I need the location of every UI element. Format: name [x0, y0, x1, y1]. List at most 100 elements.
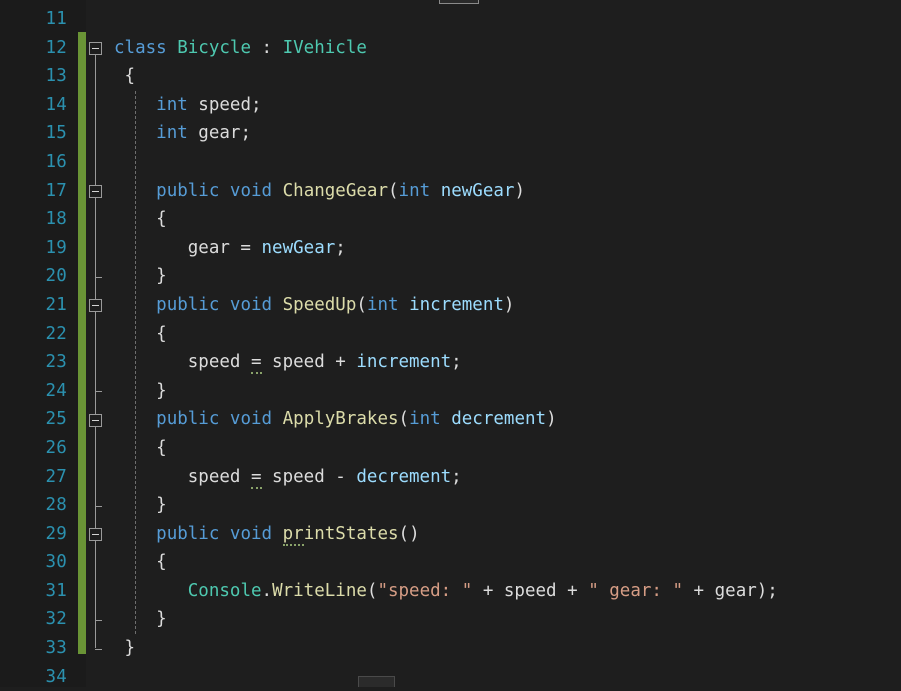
change-indicator-bar: [78, 0, 86, 687]
code-line[interactable]: int gear;: [108, 119, 901, 148]
code-token: }: [114, 638, 136, 659]
refactor-hint-token: pr: [282, 523, 304, 546]
code-token: IVehicle: [282, 37, 367, 58]
line-number: 29: [45, 523, 67, 544]
code-token: ApplyBrakes: [282, 409, 399, 430]
code-token: " gear: ": [588, 580, 684, 601]
code-token: public: [156, 523, 220, 544]
code-token: speed;: [187, 94, 262, 115]
code-token: }: [114, 266, 167, 287]
code-token: (: [387, 180, 399, 201]
line-number: 25: [45, 409, 67, 430]
code-line[interactable]: public void ApplyBrakes(int decrement): [108, 405, 901, 434]
code-token: int: [398, 180, 431, 201]
code-token: increment: [409, 294, 504, 315]
code-token: "speed: ": [377, 580, 473, 601]
code-line[interactable]: class Bicycle : IVehicle: [108, 34, 901, 63]
code-token: .: [261, 580, 273, 601]
code-token: + speed +: [472, 580, 589, 601]
code-line[interactable]: [108, 5, 901, 34]
line-number: 16: [45, 151, 67, 172]
code-token: {: [114, 437, 167, 458]
fold-region-foot: [95, 391, 102, 393]
code-token: }: [114, 495, 167, 516]
code-token: ;: [451, 352, 462, 373]
code-token: Console: [187, 580, 262, 601]
line-number: 20: [45, 266, 67, 287]
fold-margin[interactable]: [86, 0, 108, 687]
code-token: gear =: [114, 237, 262, 258]
code-token: void: [229, 409, 273, 430]
code-line[interactable]: }: [108, 377, 901, 406]
code-line[interactable]: {: [108, 62, 901, 91]
code-line[interactable]: speed = speed + increment;: [108, 348, 901, 377]
code-token: int: [366, 294, 399, 315]
code-token: (: [398, 409, 410, 430]
code-token: void: [229, 294, 273, 315]
line-number: 12: [45, 37, 67, 58]
code-token: public: [156, 409, 220, 430]
fold-region-foot: [95, 505, 102, 507]
refactor-hint-token: =: [250, 466, 262, 489]
line-number: 24: [45, 380, 67, 401]
indent-guide: [135, 90, 136, 635]
code-token: {: [114, 552, 167, 573]
code-token: WriteLine: [272, 580, 367, 601]
code-token: newGear: [440, 180, 515, 201]
fold-toggle-icon[interactable]: [89, 41, 102, 55]
code-surface[interactable]: class Bicycle : IVehicle { int speed; in…: [108, 0, 901, 687]
fold-toggle-icon[interactable]: [89, 413, 102, 427]
code-token: SpeedUp: [282, 294, 357, 315]
code-line[interactable]: public void SpeedUp(int increment): [108, 291, 901, 320]
code-line[interactable]: }: [108, 605, 901, 634]
code-line[interactable]: [108, 148, 901, 177]
code-token: (: [366, 580, 378, 601]
code-line[interactable]: }: [108, 491, 901, 520]
code-line[interactable]: [108, 663, 901, 687]
code-editor[interactable]: 11 12 13 14 15 16 17 18 19 20 21 22 23 24 25 26 27 28 29 30…: [0, 0, 901, 687]
line-number: 18: [45, 209, 67, 230]
code-token: int: [409, 409, 441, 430]
code-token: decrement: [356, 466, 452, 487]
code-token: {: [114, 66, 136, 87]
code-line[interactable]: }: [108, 634, 901, 663]
code-token: ;: [451, 466, 462, 487]
code-line[interactable]: int speed;: [108, 91, 901, 120]
code-line[interactable]: public void ChangeGear(int newGear): [108, 177, 901, 206]
collapsed-region-stub-top[interactable]: [439, 0, 479, 4]
line-number: 11: [45, 9, 67, 29]
line-number: 26: [45, 437, 67, 458]
code-line[interactable]: public void printStates(): [108, 520, 901, 549]
code-line[interactable]: {: [108, 548, 901, 577]
fold-toggle-icon[interactable]: [89, 299, 102, 313]
fold-region-line: [95, 197, 96, 277]
code-line[interactable]: {: [108, 320, 901, 349]
code-line[interactable]: {: [108, 434, 901, 463]
code-token: ): [546, 409, 557, 430]
code-token: public: [156, 180, 220, 201]
code-line[interactable]: Console.WriteLine("speed: " + speed + " …: [108, 577, 901, 606]
code-line[interactable]: gear = newGear;: [108, 234, 901, 263]
code-token: speed -: [261, 466, 357, 487]
fold-region-foot: [95, 276, 102, 278]
code-line[interactable]: }: [108, 262, 901, 291]
line-number: 13: [45, 66, 67, 87]
fold-toggle-icon[interactable]: [89, 528, 102, 542]
line-number: 15: [45, 123, 67, 144]
code-token: intStates: [303, 523, 399, 544]
code-line[interactable]: {: [108, 205, 901, 234]
code-token: {: [114, 323, 167, 344]
fold-region-line: [95, 426, 96, 506]
code-line[interactable]: speed = speed - decrement;: [108, 463, 901, 492]
code-token: {: [114, 209, 167, 230]
code-token: void: [229, 180, 273, 201]
fold-toggle-icon[interactable]: [89, 184, 102, 198]
code-token: int: [156, 123, 188, 144]
